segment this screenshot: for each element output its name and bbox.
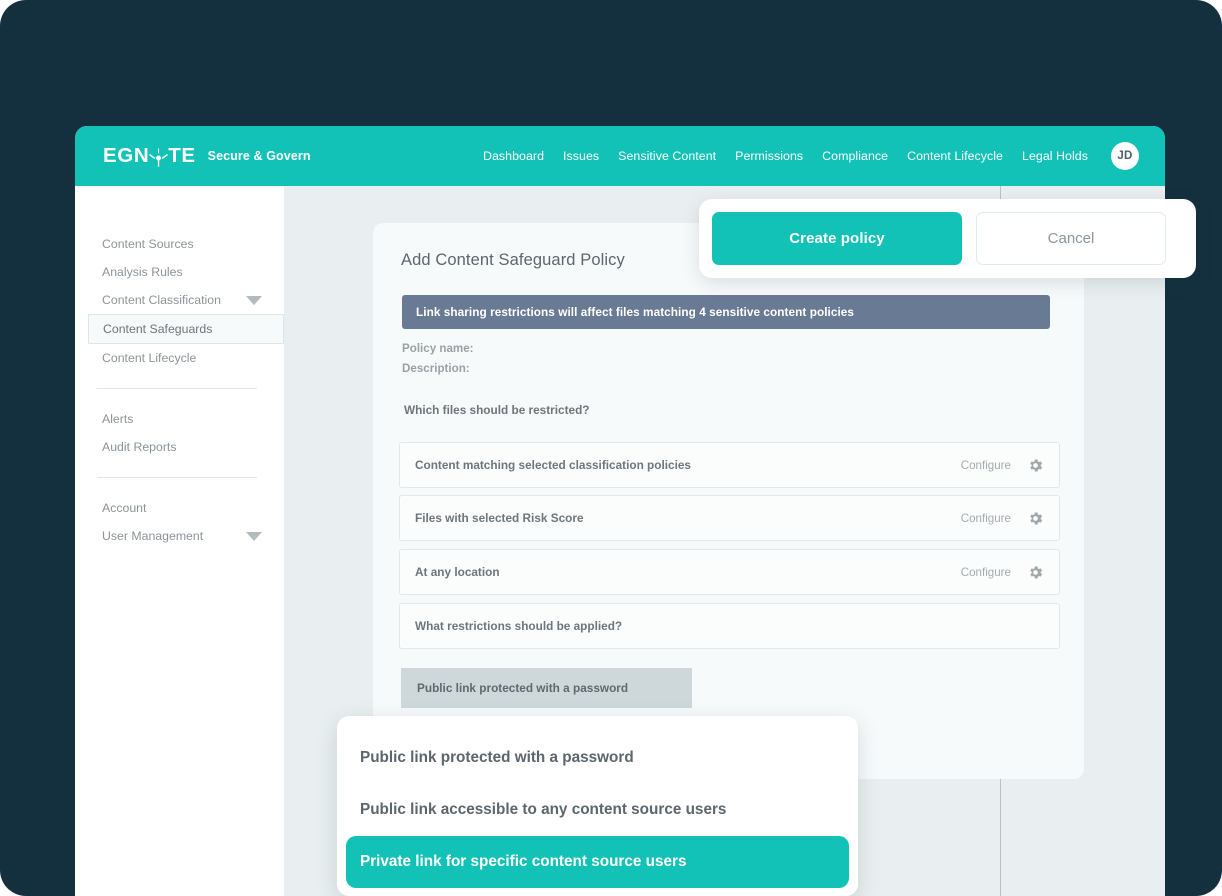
desktop-backdrop: EGN TE Secure & Govern Dash	[0, 0, 1222, 896]
sidebar-item-label: Alerts	[102, 412, 133, 426]
sidebar-item-label: Audit Reports	[102, 440, 177, 454]
configure-link[interactable]: Configure	[961, 566, 1011, 579]
avatar[interactable]: JD	[1111, 142, 1139, 170]
nav-item-content-lifecycle[interactable]: Content Lifecycle	[907, 149, 1003, 163]
sidebar-item-content-classification[interactable]: Content Classification	[75, 286, 284, 314]
sidebar-item-label: Content Lifecycle	[102, 351, 196, 365]
logo-text-left: EGN	[103, 144, 149, 168]
sidebar-item-label: Content Classification	[102, 293, 221, 307]
info-banner: Link sharing restrictions will affect fi…	[402, 295, 1050, 329]
sidebar-item-content-sources[interactable]: Content Sources	[75, 230, 284, 258]
rule-row-label: At any location	[415, 565, 500, 579]
sidebar-item-label: Content Safeguards	[103, 322, 212, 336]
rule-row-risk-score[interactable]: Files with selected Risk Score Configure	[399, 495, 1060, 541]
nav-item-compliance[interactable]: Compliance	[822, 149, 888, 163]
rule-row-label: Files with selected Risk Score	[415, 511, 584, 525]
sidebar-item-account[interactable]: Account	[75, 494, 284, 522]
question-label: What restrictions should be applied?	[415, 619, 622, 633]
nav-item-legal-holds[interactable]: Legal Holds	[1022, 149, 1088, 163]
page-title: Add Content Safeguard Policy	[401, 251, 625, 270]
restriction-dropdown-menu: Public link protected with a password Pu…	[337, 716, 858, 896]
gear-icon[interactable]	[1027, 564, 1044, 581]
create-policy-button[interactable]: Create policy	[712, 212, 962, 265]
sidebar-item-label: Account	[102, 501, 146, 515]
sidebar-item-label: User Management	[102, 529, 203, 543]
add-policy-card: Add Content Safeguard Policy Link sharin…	[373, 223, 1084, 779]
floating-action-bar: Create policy Cancel	[699, 199, 1196, 278]
main-nav: Dashboard Issues Sensitive Content Permi…	[483, 142, 1139, 170]
restriction-select-value: Public link protected with a password	[417, 681, 628, 695]
chevron-down-icon[interactable]	[246, 296, 262, 305]
sidebar-item-audit-reports[interactable]: Audit Reports	[75, 433, 284, 461]
nav-item-dashboard[interactable]: Dashboard	[483, 149, 544, 163]
info-banner-text: Link sharing restrictions will affect fi…	[416, 305, 854, 319]
nav-item-issues[interactable]: Issues	[563, 149, 599, 163]
sidebar: Content Sources Analysis Rules Content C…	[75, 186, 284, 896]
top-navigation-bar: EGN TE Secure & Govern Dash	[75, 126, 1165, 186]
cancel-button[interactable]: Cancel	[976, 212, 1166, 265]
rule-row-location[interactable]: At any location Configure	[399, 549, 1060, 595]
brand-subtitle: Secure & Govern	[208, 149, 311, 163]
sidebar-divider-2	[97, 477, 257, 478]
question-which-files: Which files should be restricted?	[404, 403, 590, 417]
dropdown-option-public-password[interactable]: Public link protected with a password	[337, 732, 858, 784]
dropdown-option-label: Private link for specific content source…	[360, 853, 686, 871]
sidebar-divider-1	[97, 388, 257, 389]
gear-icon[interactable]	[1027, 510, 1044, 527]
rule-row-label: Content matching selected classification…	[415, 458, 691, 472]
gear-icon[interactable]	[1027, 457, 1044, 474]
nav-item-permissions[interactable]: Permissions	[735, 149, 803, 163]
nav-item-sensitive-content[interactable]: Sensitive Content	[618, 149, 716, 163]
question-what-restrictions: What restrictions should be applied?	[399, 603, 1060, 649]
brand-logo[interactable]: EGN TE Secure & Govern	[103, 144, 311, 168]
sidebar-item-label: Analysis Rules	[102, 265, 183, 279]
configure-link[interactable]: Configure	[961, 459, 1011, 472]
configure-link[interactable]: Configure	[961, 512, 1011, 525]
sidebar-item-label: Content Sources	[102, 237, 194, 251]
logo-wordmark: EGN TE	[103, 144, 196, 168]
sidebar-item-user-management[interactable]: User Management	[75, 522, 284, 550]
sidebar-item-alerts[interactable]: Alerts	[75, 405, 284, 433]
sidebar-item-content-lifecycle[interactable]: Content Lifecycle	[75, 344, 284, 372]
chevron-down-icon[interactable]	[246, 532, 262, 541]
dropdown-option-private-specific-users[interactable]: Private link for specific content source…	[346, 836, 849, 888]
description-label: Description:	[402, 362, 470, 375]
restriction-select[interactable]: Public link protected with a password	[401, 668, 692, 708]
dropdown-option-label: Public link protected with a password	[360, 749, 634, 767]
dropdown-option-label: Public link accessible to any content so…	[360, 801, 726, 819]
policy-name-label: Policy name:	[402, 342, 474, 355]
logo-text-right: TE	[168, 144, 195, 168]
dropdown-option-public-any-user[interactable]: Public link accessible to any content so…	[337, 784, 858, 836]
star-icon	[149, 148, 168, 167]
sidebar-item-analysis-rules[interactable]: Analysis Rules	[75, 258, 284, 286]
sidebar-item-content-safeguards[interactable]: Content Safeguards	[88, 314, 284, 344]
rule-row-classification-policies[interactable]: Content matching selected classification…	[399, 442, 1060, 488]
